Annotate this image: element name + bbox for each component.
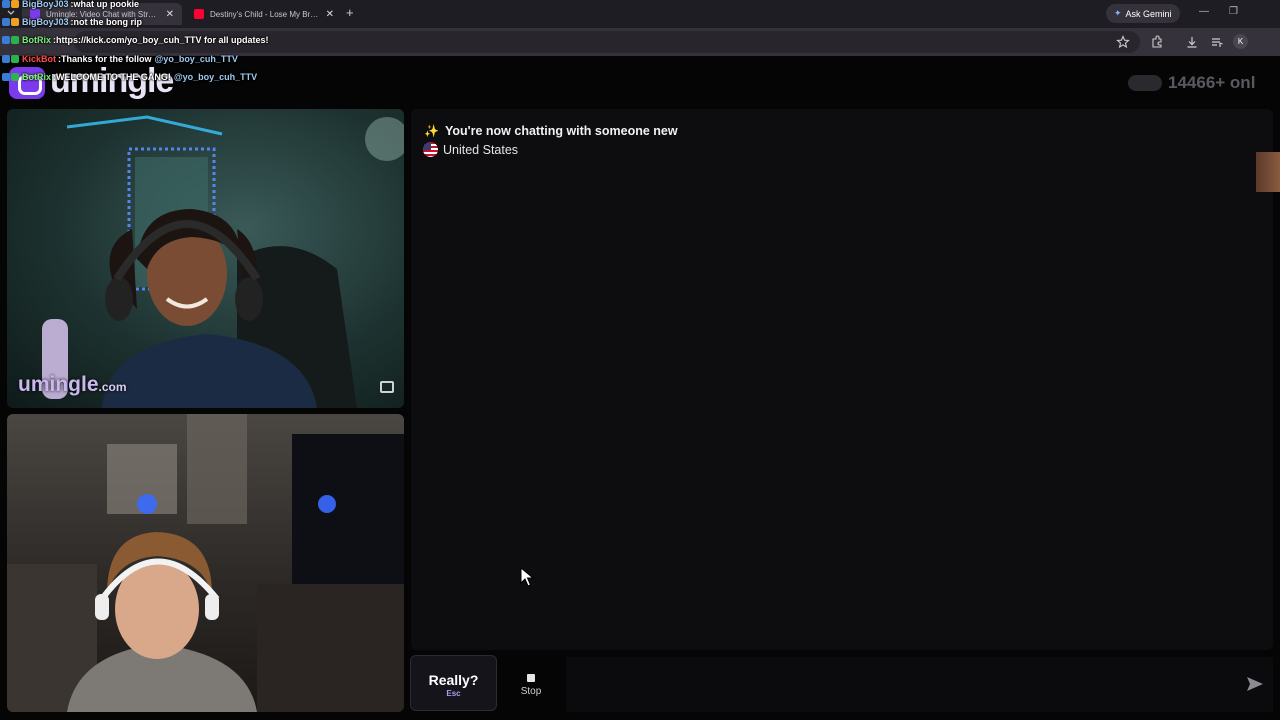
stranger-video: umingle.com: [7, 109, 404, 408]
tab-close-icon[interactable]: ✕: [326, 9, 334, 20]
message-input[interactable]: [566, 657, 1273, 712]
ask-gemini-label: Ask Gemini: [1125, 8, 1172, 19]
chat-username: BigBoyJ03: [22, 0, 69, 9]
send-icon[interactable]: [1246, 676, 1264, 692]
self-video-scene: [7, 414, 404, 712]
restore-icon[interactable]: ❐: [1229, 6, 1238, 17]
background-window-edge: [1256, 152, 1280, 192]
system-message-text: You're now chatting with someone new: [444, 124, 678, 138]
stream-chat-line: BotRix : WELCOME TO THE GANG! @yo_boy_cu…: [2, 71, 257, 83]
report-flag-icon[interactable]: [380, 381, 394, 393]
online-count: 14466+ onl: [1168, 73, 1256, 92]
system-message: ✨ You're now chatting with someone new: [424, 124, 678, 138]
verified-badge-icon: [11, 55, 19, 63]
browser-tab-bar: Umingle: Video Chat with Strangers ✕ Des…: [0, 0, 1280, 28]
chat-username: BotRix: [22, 72, 51, 82]
bookmark-star-icon[interactable]: [1116, 35, 1130, 49]
chat-username: KickBot: [22, 54, 57, 64]
stream-chat-line: BotRix : https://kick.com/yo_boy_cuh_TTV…: [2, 34, 269, 46]
tab-title: Destiny's Child - Lose My Breath: [210, 9, 320, 19]
stream-chat-line: KickBot : Thanks for the follow @yo_boy_…: [2, 53, 238, 65]
verified-badge-icon: [11, 36, 19, 44]
download-icon[interactable]: [1185, 35, 1199, 49]
theme-toggle[interactable]: [1128, 75, 1162, 91]
watermark-tld: .com: [98, 380, 127, 394]
sub-badge-icon: [11, 18, 19, 26]
chat-username: BigBoyJ03: [22, 17, 69, 27]
stop-button-label: Stop: [520, 686, 542, 697]
chat-username: BotRix: [22, 35, 51, 45]
chat-message: https://kick.com/yo_boy_cuh_TTV for all …: [56, 35, 269, 45]
sparkle-icon: ✨: [424, 124, 439, 138]
bot-badge-icon: [2, 36, 10, 44]
chat-mention: @yo_boy_cuh_TTV: [173, 72, 258, 82]
mod-badge-icon: [2, 18, 10, 26]
chat-message: not the bong rip: [73, 17, 143, 27]
bot-badge-icon: [2, 73, 10, 81]
stranger-country: United States: [423, 142, 518, 157]
chat-panel: ✨ You're now chatting with someone new U…: [411, 109, 1273, 650]
verified-badge-icon: [11, 73, 19, 81]
chat-message: what up pookie: [73, 0, 140, 9]
youtube-favicon-icon: [194, 9, 204, 19]
country-name: United States: [443, 142, 519, 157]
chat-mention: @yo_boy_cuh_TTV: [154, 54, 238, 64]
screen: Umingle: Video Chat with Strangers ✕ Des…: [0, 0, 1280, 720]
self-video: [7, 414, 404, 712]
next-button[interactable]: Really? Esc: [410, 655, 497, 711]
stop-button[interactable]: Stop: [503, 664, 559, 704]
stranger-video-scene: [42, 115, 404, 408]
mouse-cursor-icon: [520, 567, 534, 587]
sub-badge-icon: [11, 0, 19, 8]
plus-icon[interactable]: +: [346, 5, 354, 20]
ask-gemini-button[interactable]: ✦ Ask Gemini: [1106, 4, 1180, 23]
mod-badge-icon: [2, 0, 10, 8]
media-controls-icon[interactable]: [1210, 35, 1224, 49]
next-button-shortcut: Esc: [446, 689, 461, 698]
extensions-icon[interactable]: [1150, 35, 1164, 49]
bot-badge-icon: [2, 55, 10, 63]
next-button-label: Really?: [428, 672, 479, 688]
profile-avatar[interactable]: K: [1233, 34, 1248, 49]
chat-message: WELCOME TO THE GANG!: [56, 72, 171, 82]
gemini-sparkle-icon: ✦: [1114, 8, 1122, 18]
us-flag-icon: [423, 142, 438, 157]
online-indicator: 14466+ onl: [1128, 73, 1255, 93]
stop-icon: [527, 674, 535, 682]
tab-close-icon[interactable]: ✕: [166, 9, 174, 20]
chat-message: Thanks for the follow: [61, 54, 152, 64]
watermark-name: umingle: [18, 373, 99, 396]
stream-chat-line: BigBoyJ03 : not the bong rip: [2, 16, 142, 28]
tab-youtube[interactable]: Destiny's Child - Lose My Breath ✕: [186, 3, 342, 25]
umingle-watermark: umingle.com: [18, 373, 127, 397]
stream-chat-line: BigBoyJ03 : what up pookie: [2, 0, 139, 10]
minimize-icon[interactable]: —: [1199, 6, 1209, 17]
